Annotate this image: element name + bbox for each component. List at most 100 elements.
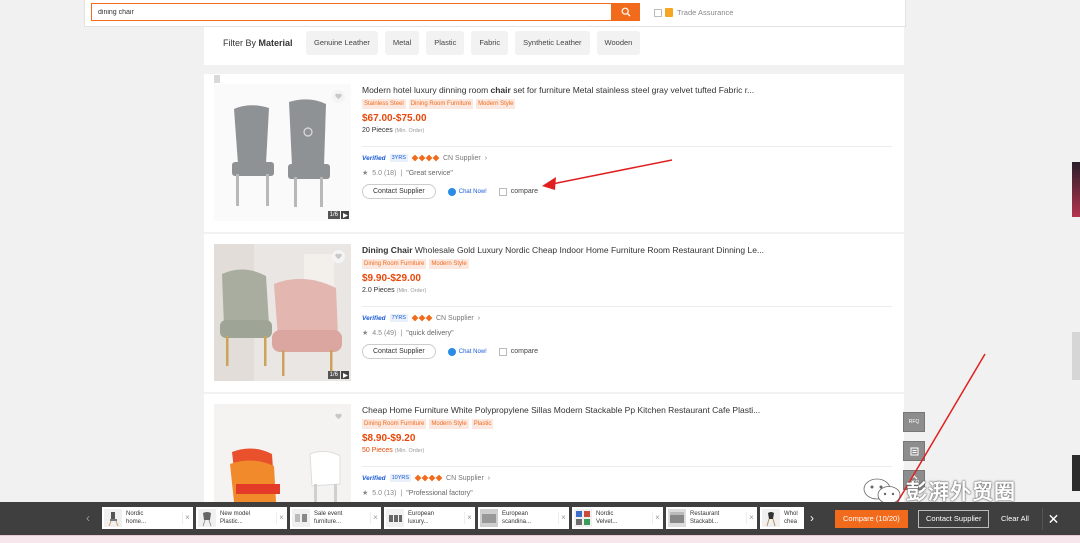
trade-assurance-checkbox[interactable]	[654, 9, 662, 17]
product-title[interactable]: Cheap Home Furniture White Polypropylene…	[362, 404, 892, 416]
scrollbar-thumb[interactable]	[1072, 332, 1080, 380]
supplier-type-link[interactable]: CN Supplier	[436, 315, 474, 322]
compare-item-remove-icon[interactable]: ×	[464, 512, 474, 524]
chevron-right-icon: ›	[484, 154, 488, 162]
rating-score: 4.5 (49)	[372, 329, 397, 337]
min-order: 50 Pieces (Min. Order)	[362, 447, 425, 454]
search-button[interactable]	[611, 3, 640, 21]
rating-score: 5.0 (18)	[372, 169, 397, 177]
product-price: $67.00-$75.00	[362, 113, 427, 124]
chevron-right-icon: ›	[487, 474, 491, 482]
product-tag[interactable]: Dining Room Furniture	[408, 99, 474, 109]
search-input[interactable]	[91, 3, 611, 21]
supplier-diamond-icons	[411, 314, 433, 322]
product-image[interactable]	[214, 404, 351, 502]
trade-assurance-label: Trade Assurance	[677, 8, 734, 17]
product-price: $8.90-$9.20	[362, 433, 416, 444]
supplier-row: Verified 3YRS CN Supplier ›	[362, 153, 892, 163]
filter-chip-fabric[interactable]: Fabric	[471, 31, 509, 55]
filter-chip-metal[interactable]: Metal	[384, 31, 420, 55]
compare-button[interactable]: Compare (10/20)	[835, 510, 908, 528]
compare-item[interactable]: Sale event furniture... ×	[290, 507, 381, 529]
verified-badge: Verified	[362, 474, 386, 482]
compare-item-thumb	[480, 509, 498, 527]
compare-item-name: European scandina...	[502, 511, 532, 525]
rfq-button[interactable]: RFQ	[903, 412, 925, 432]
product-tag[interactable]: Modern Style	[429, 419, 469, 429]
compare-item[interactable]: Whol chea	[760, 507, 804, 529]
product-title[interactable]: Dining Chair Wholesale Gold Luxury Nordi…	[362, 244, 892, 256]
product-title[interactable]: Modern hotel luxury dinning room chair s…	[362, 84, 892, 96]
compare-item-remove-icon[interactable]: ×	[652, 512, 662, 524]
close-icon[interactable]: ✕	[1042, 508, 1064, 530]
rating-separator: |	[400, 169, 403, 177]
compare-contact-supplier-button[interactable]: Contact Supplier	[918, 510, 990, 528]
product-photo-plastic-chairs	[214, 404, 351, 502]
compare-item[interactable]: Restaurant Stackabl... ×	[666, 507, 757, 529]
chat-now-link[interactable]: Chat Now!	[447, 187, 487, 196]
supplier-row: Verified 7YRS CN Supplier ›	[362, 313, 892, 323]
star-icon: ★	[362, 170, 369, 177]
contact-supplier-button[interactable]: Contact Supplier	[362, 184, 436, 199]
bottom-strip	[0, 535, 1080, 543]
feedback-button[interactable]	[903, 441, 925, 461]
window-edge-fragment	[1072, 162, 1080, 217]
window-edge-fragment	[1072, 455, 1080, 491]
verified-badge: Verified	[362, 314, 386, 322]
product-tag[interactable]: Plastic	[471, 419, 494, 429]
compare-item-name: European luxury...	[408, 511, 435, 525]
product-image[interactable]: 1/6	[214, 244, 351, 381]
compare-item[interactable]: European luxury... ×	[384, 507, 475, 529]
favorite-heart-icon[interactable]	[332, 90, 345, 103]
chat-now-link[interactable]: Chat Now!	[447, 347, 487, 356]
product-price: $9.90-$29.00	[362, 273, 421, 284]
document-icon	[910, 447, 918, 455]
supplier-diamond-icons	[414, 474, 443, 482]
product-tag[interactable]: Dining Room Furniture	[362, 419, 427, 429]
filter-label: Filter By	[223, 38, 257, 48]
product-image[interactable]: 1/6	[214, 84, 351, 221]
compare-item-remove-icon[interactable]: ×	[182, 512, 192, 524]
compare-item-remove-icon[interactable]: ×	[746, 512, 756, 524]
trade-assurance-icon	[665, 8, 673, 17]
contact-supplier-button[interactable]: Contact Supplier	[362, 344, 436, 359]
compare-item-remove-icon[interactable]: ×	[276, 512, 286, 524]
compare-item-name: Nordic home...	[126, 511, 147, 525]
rating-row: ★ 5.0 (18) | "Great service"	[362, 168, 892, 178]
compare-next-icon[interactable]: ›	[810, 512, 820, 524]
compare-item[interactable]: Nordic Velvet... ×	[572, 507, 663, 529]
product-tag[interactable]: Modern Style	[429, 259, 469, 269]
product-card: Cheap Home Furniture White Polypropylene…	[204, 394, 904, 502]
image-pager: 1/6	[327, 371, 349, 379]
compare-checkbox[interactable]: compare	[498, 347, 538, 356]
filter-chip-wooden[interactable]: Wooden	[596, 31, 641, 55]
filter-chip-synthetic-leather[interactable]: Synthetic Leather	[515, 31, 590, 55]
favorite-heart-icon[interactable]	[332, 250, 345, 263]
product-tag[interactable]: Modern Style	[476, 99, 516, 109]
compare-item[interactable]: European scandina... ×	[478, 507, 569, 529]
filter-chip-plastic[interactable]: Plastic	[426, 31, 465, 55]
compare-item[interactable]: Nordic home... ×	[102, 507, 193, 529]
compare-item-remove-icon[interactable]: ×	[370, 512, 380, 524]
supplier-diamond-icons	[411, 154, 440, 162]
favorite-heart-icon[interactable]	[332, 410, 345, 423]
product-tag[interactable]: Dining Room Furniture	[362, 259, 427, 269]
compare-item-thumb	[292, 509, 310, 527]
search-icon	[621, 7, 630, 17]
supplier-type-link[interactable]: CN Supplier	[443, 155, 481, 162]
chat-icon	[447, 187, 456, 196]
supplier-type-link[interactable]: CN Supplier	[446, 475, 484, 482]
compare-item-thumb	[104, 509, 122, 527]
compare-item[interactable]: New model Plastic... ×	[196, 507, 287, 529]
compare-item-remove-icon[interactable]: ×	[558, 512, 568, 524]
divider	[362, 146, 892, 147]
product-photo-velvet-chairs	[214, 244, 351, 381]
filter-chip-genuine-leather[interactable]: Genuine Leather	[306, 31, 378, 55]
product-photo-gray-chairs	[214, 84, 351, 221]
product-tag[interactable]: Stainless Steel	[362, 99, 406, 109]
compare-checkbox[interactable]: compare	[498, 187, 538, 196]
compare-prev-icon[interactable]: ‹	[86, 512, 96, 524]
clear-all-button[interactable]: Clear All	[995, 510, 1035, 528]
video-play-icon[interactable]	[341, 211, 349, 219]
video-play-icon[interactable]	[341, 371, 349, 379]
